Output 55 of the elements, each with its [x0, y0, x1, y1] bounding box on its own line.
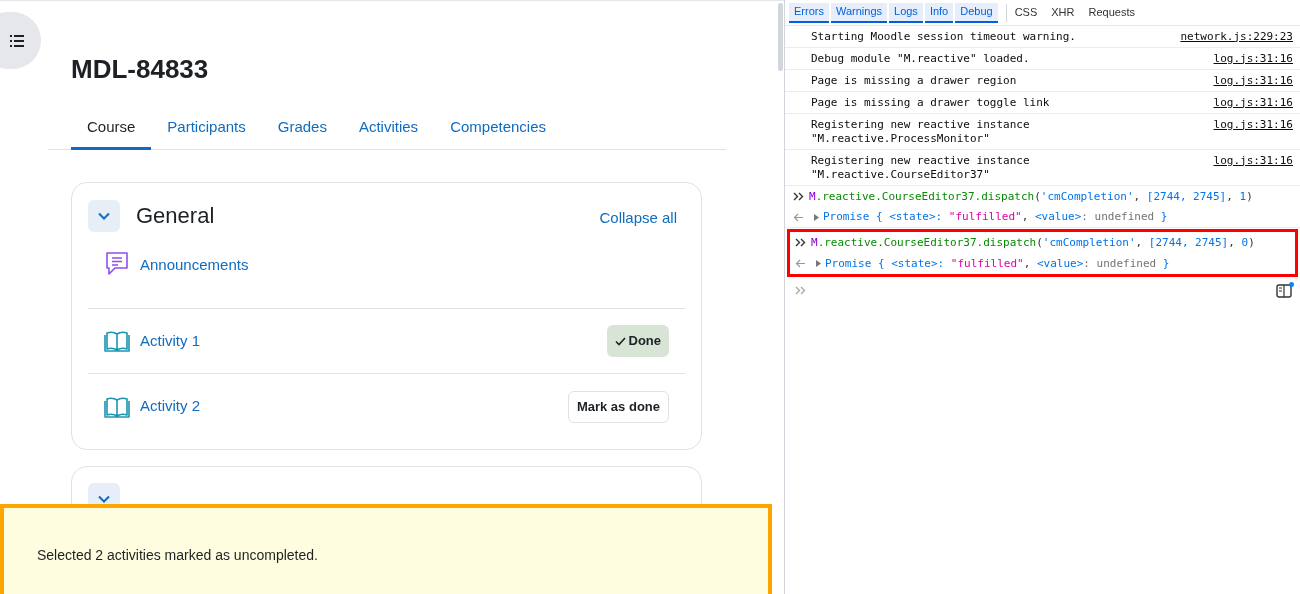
scrollbar[interactable] — [778, 3, 783, 71]
console-message: Starting Moodle session timeout warning. — [811, 29, 1076, 44]
console-message: Registering new reactive instance "M.reactive.CourseEditor37" — [811, 153, 1030, 182]
console-result: Promise { <state>: "fulfilled", <value>: undefined } — [825, 256, 1170, 271]
prompt-icon[interactable] — [795, 285, 806, 295]
console-message: Debug module "M.reactive" loaded. — [811, 51, 1030, 66]
expand-triangle-icon — [814, 213, 819, 221]
book-icon — [104, 394, 130, 419]
expand-triangle-icon — [816, 260, 821, 267]
chevron-icon — [98, 211, 110, 220]
sidebar-toggle-icon[interactable] — [1276, 282, 1294, 298]
nav-tab[interactable]: Grades — [261, 107, 343, 150]
section-title: General — [136, 202, 215, 230]
console-result: Promise { <state>: "fulfilled", <value>: undefined } — [823, 210, 1168, 224]
log-filter-button[interactable]: Logs — [889, 2, 923, 23]
book-icon — [104, 329, 130, 353]
chat-icon — [104, 250, 130, 276]
mark-done-button[interactable]: Mark as done — [567, 390, 669, 423]
prompt-icon — [795, 238, 806, 247]
chevron-icon — [98, 495, 110, 503]
log-filter-button[interactable]: Warnings — [830, 2, 887, 23]
type-filter-button[interactable]: Requests — [1088, 4, 1135, 21]
nav-tab[interactable]: Participants — [151, 107, 262, 150]
check-icon — [614, 336, 626, 346]
type-filter-button[interactable]: CSS — [1014, 4, 1038, 21]
collapse-all-link[interactable]: Collapse all — [599, 207, 677, 230]
console-message: Page is missing a drawer toggle link — [811, 95, 1050, 110]
log-filter-button[interactable]: Errors — [789, 2, 829, 23]
activity-link[interactable]: Activity 1 — [140, 329, 200, 353]
console-message: Page is missing a drawer region — [811, 73, 1017, 88]
source-link[interactable]: log.js:31:16 — [1213, 153, 1293, 168]
activity-link[interactable]: Announcements — [140, 254, 249, 277]
log-filter-button[interactable]: Debug — [955, 2, 998, 23]
source-link[interactable]: log.js:31:16 — [1213, 51, 1293, 66]
console-command: M.reactive.CourseEditor37.dispatch('cmCompletion', [2744, 2745], 1) — [809, 189, 1253, 204]
notification-message: Selected 2 activities marked as uncompleted. — [37, 547, 318, 563]
source-link[interactable]: log.js:31:16 — [1213, 73, 1293, 88]
console-command: M.reactive.CourseEditor37.dispatch('cmCompletion', [2744, 2745], 0) — [811, 235, 1255, 250]
prompt-icon — [793, 192, 804, 201]
console-message: Registering new reactive instance "M.reactive.ProcessMonitor" — [811, 117, 1030, 146]
source-link[interactable]: log.js:31:16 — [1213, 117, 1293, 132]
log-filter-button[interactable]: Info — [924, 2, 954, 23]
list-icon — [10, 34, 24, 47]
nav-tab[interactable]: Course — [71, 107, 152, 150]
source-link[interactable]: network.js:229:23 — [1180, 29, 1293, 44]
return-arrow-icon — [793, 212, 804, 222]
nav-tab[interactable]: Activities — [342, 107, 435, 150]
nav-tab[interactable]: Competencies — [434, 107, 562, 150]
activity-link[interactable]: Activity 2 — [140, 395, 200, 418]
source-link[interactable]: log.js:31:16 — [1213, 95, 1293, 110]
type-filter-button[interactable]: XHR — [1051, 4, 1075, 21]
done-button[interactable]: Done — [606, 325, 669, 357]
page-title: MDL-84833 — [70, 53, 210, 86]
return-arrow-icon — [795, 259, 806, 268]
collapse-button[interactable] — [88, 199, 120, 232]
